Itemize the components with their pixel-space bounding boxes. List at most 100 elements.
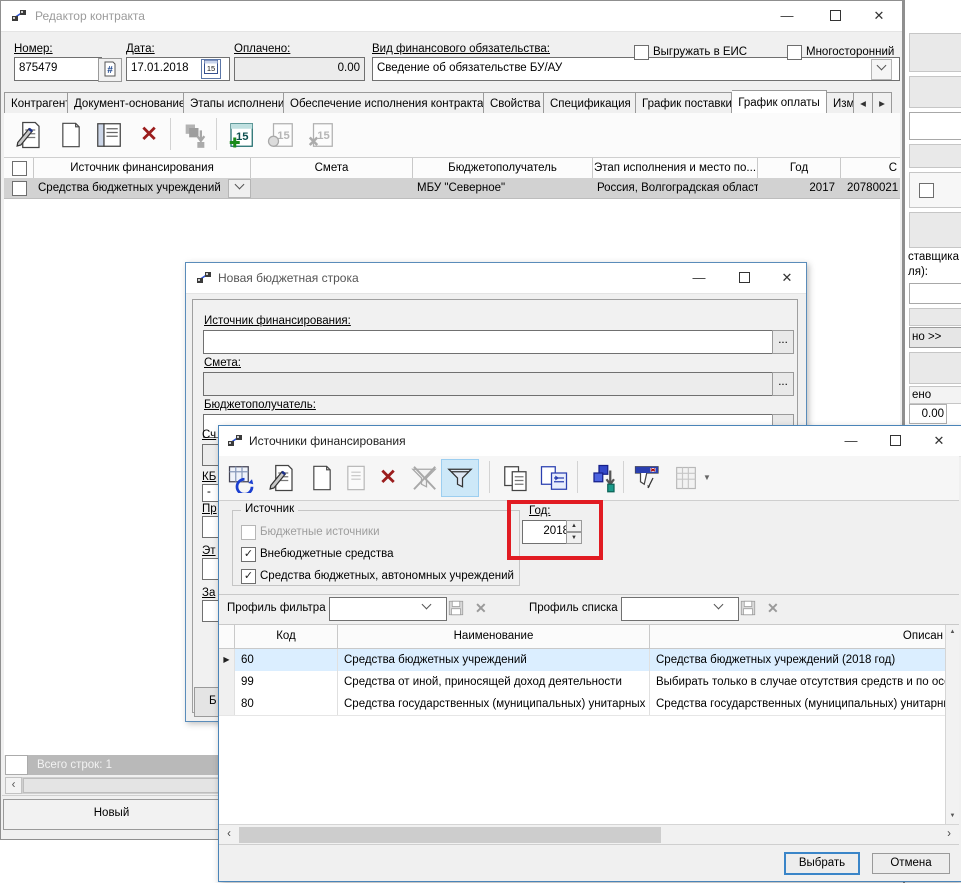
row-source-dropdown-button[interactable] [228,179,251,198]
new-button[interactable]: Новый [3,799,220,830]
column-name[interactable]: Наименование [338,625,650,648]
scroll-left-button[interactable]: ‹ [5,777,22,794]
new-row-button[interactable] [52,116,90,154]
description-cell[interactable]: Средства государственных (муниципальных)… [650,693,945,715]
minimize-button[interactable]: — [681,263,717,293]
filter-button[interactable] [441,459,479,497]
cancel-button[interactable]: Отмена [872,853,950,874]
number-input[interactable]: 875479 [14,57,102,81]
code-cell[interactable]: 99 [235,671,338,693]
source-row-60[interactable]: ▶ 60 Средства бюджетных учреждений Средс… [219,649,945,672]
budget-sources-checkbox[interactable] [241,525,256,540]
tab-document-basis[interactable]: Документ-основание [68,92,184,114]
date-picker-button[interactable]: 15 [201,59,221,79]
sources-vscrollbar[interactable]: ▲ ▼ [945,625,959,825]
delete-list-profile-button[interactable]: ✕ [767,600,779,617]
tab-execution-stages[interactable]: Этапы исполнения [184,92,284,114]
tab-delivery-schedule[interactable]: График поставки [636,92,732,114]
scroll-down-button[interactable]: ▼ [946,809,959,825]
column-description[interactable]: Описан [650,625,945,648]
row-receiver-cell[interactable]: МБУ "Северное" [413,178,593,198]
column-sum[interactable]: С [841,158,900,178]
select-all-checkbox[interactable] [12,161,27,176]
tab-properties[interactable]: Свойства [484,92,544,114]
name-cell[interactable]: Средства бюджетных учреждений [338,649,650,671]
remove-payment-date-button[interactable]: 15 [302,116,340,154]
tab-scroll-right-button[interactable]: ▸ [873,92,892,114]
code-cell[interactable]: 80 [235,693,338,715]
minimize-button[interactable]: — [831,426,871,456]
edit-button[interactable] [263,459,301,497]
bg-checkbox[interactable] [919,183,934,198]
smeta-browse-button[interactable]: ... [772,372,794,396]
source-row-99[interactable]: 99 Средства от иной, приносящей доход де… [219,671,945,694]
tab-scroll-left-button[interactable]: ◂ [854,92,873,114]
filter-builder-button[interactable] [629,459,667,497]
delete-filter-profile-button[interactable]: ✕ [475,600,487,617]
sort-button[interactable] [585,459,623,497]
description-cell[interactable]: Средства бюджетных учреждений (2018 год) [650,649,945,671]
sources-hscrollbar[interactable]: ‹ › [219,824,959,845]
close-button[interactable]: ✕ [770,263,804,293]
tab-specification[interactable]: Спецификация [544,92,636,114]
source-browse-button[interactable]: ... [772,330,794,354]
column-smeta[interactable]: Смета [251,158,413,178]
pay-schedule-button[interactable]: 15 [262,116,300,154]
list-profile-dropdown-button[interactable] [709,599,727,617]
name-cell[interactable]: Средства государственных (муниципальных)… [338,693,650,715]
row-source-cell[interactable]: Средства бюджетных учреждений [34,178,226,198]
hscroll-thumb[interactable] [239,827,661,843]
scroll-right-button[interactable]: › [941,827,957,843]
tab-changes[interactable]: Изм [827,92,854,114]
row-year-cell[interactable]: 2017 [758,178,839,198]
columns-button[interactable] [667,459,705,497]
tab-contragent[interactable]: Контрагент [4,92,68,114]
bg-field-fragment[interactable] [909,283,961,304]
maximize-button[interactable] [726,263,762,293]
delete-row-button[interactable]: ✕ [130,116,168,154]
columns-dropdown-caret[interactable]: ▼ [703,473,711,482]
payment-table-row[interactable]: Средства бюджетных учреждений МБУ "Север… [4,178,900,199]
name-cell[interactable]: Средства от иной, приносящей доход деяте… [338,671,650,693]
copy-special-button[interactable] [535,459,573,497]
scroll-up-button[interactable]: ▲ [946,625,959,641]
extrabudget-checkbox[interactable]: ✓ [241,547,256,562]
obligation-type-combo[interactable]: Сведение об обязательстве БУ/АУ [372,57,900,81]
view-row-button[interactable] [90,116,128,154]
column-year[interactable]: Год [758,158,841,178]
bg-field-fragment[interactable] [909,112,961,140]
refresh-button[interactable] [223,459,261,497]
maximize-button[interactable] [875,426,915,456]
minimize-button[interactable]: — [767,1,807,31]
description-cell[interactable]: Выбирать только в случае отсутствия сред… [650,671,945,693]
obligation-type-dropdown-button[interactable] [871,59,892,80]
column-receiver[interactable]: Бюджетополучатель [413,158,593,178]
copy-button[interactable] [497,459,535,497]
tab-contract-security[interactable]: Обеспечение исполнения контракта [284,92,484,114]
column-source[interactable]: Источник финансирования [34,158,251,178]
row-stage-cell[interactable]: Россия, Волгоградская област [593,178,758,198]
row-checkbox[interactable] [12,181,27,196]
close-button[interactable]: ✕ [919,426,959,456]
source-input[interactable] [203,330,781,354]
column-code[interactable]: Код [235,625,338,648]
code-cell[interactable]: 60 [235,649,338,671]
bu-au-checkbox[interactable]: ✓ [241,569,256,584]
multilateral-checkbox[interactable] [787,45,802,60]
number-generator-button[interactable]: # [98,58,122,82]
scroll-left-button[interactable]: ‹ [221,827,237,843]
close-button[interactable]: ✕ [859,1,899,31]
maximize-button[interactable] [815,1,855,31]
new-button[interactable] [303,459,341,497]
clear-filter-button[interactable] [405,459,443,497]
filter-profile-dropdown-button[interactable] [417,599,435,617]
row-sum-cell[interactable]: 20780021 [843,178,900,198]
delete-button[interactable]: ✕ [369,459,407,497]
tab-payment-schedule[interactable]: График оплаты [732,90,827,114]
export-eis-checkbox[interactable] [634,45,649,60]
add-payment-date-button[interactable]: 15 [222,116,260,154]
save-list-profile-button[interactable] [739,599,757,620]
save-filter-profile-button[interactable] [447,599,465,620]
bg-expand-button-fragment[interactable]: но >> [909,327,961,348]
edit-row-button[interactable] [10,116,48,154]
